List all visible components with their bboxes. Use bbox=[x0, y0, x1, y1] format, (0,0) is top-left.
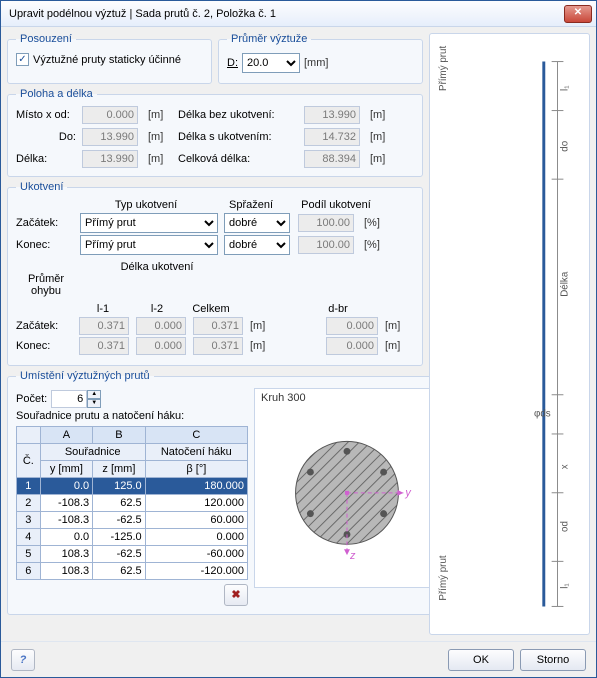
bar-diagram: Přímý prut Přímý prut l₁ do bbox=[429, 33, 590, 635]
diameter-legend: Průměr výztuže bbox=[227, 33, 311, 45]
anch-start-label: Začátek: bbox=[16, 217, 76, 229]
svg-text:y: y bbox=[404, 487, 411, 499]
table-row: 10.0125.0180.000 bbox=[17, 478, 248, 495]
anchorage-group: Ukotvení Typ ukotvení Spřažení Podíl uko… bbox=[7, 181, 423, 366]
anch-start-type[interactable]: Přímý prut bbox=[80, 213, 218, 233]
svg-text:z: z bbox=[349, 550, 356, 562]
static-effective-checkbox[interactable]: ✓ bbox=[16, 53, 29, 66]
count-spinner[interactable]: ▲▼ bbox=[87, 390, 101, 408]
position-group: Poloha a délka Místo x od: [m] Délka bez… bbox=[7, 88, 423, 177]
close-icon[interactable]: ✕ bbox=[564, 5, 592, 23]
count-input[interactable] bbox=[51, 390, 87, 408]
table-row: 5108.3-62.5-60.000 bbox=[17, 546, 248, 563]
suk-value bbox=[304, 128, 360, 146]
coord-table[interactable]: ABC Č.SouřadniceNatočení háku y [mm]z [m… bbox=[16, 426, 248, 580]
table-row: 40.0-125.00.000 bbox=[17, 529, 248, 546]
coord-label: Souřadnice prutu a natočení háku: bbox=[16, 410, 184, 422]
svg-text:Přímý prut: Přímý prut bbox=[438, 555, 449, 600]
svg-text:l₁: l₁ bbox=[559, 583, 570, 589]
diameter-group: Průměr výztuže D: 20.0 [mm] bbox=[218, 33, 423, 84]
anch-start-ratio bbox=[298, 214, 354, 232]
delka-label: Délka: bbox=[16, 153, 76, 165]
do-label: Do: bbox=[16, 131, 76, 143]
cs-title: Kruh 300 bbox=[261, 392, 306, 404]
placement-legend: Umístění výztužných prutů bbox=[16, 370, 154, 382]
count-label: Počet: bbox=[16, 393, 47, 405]
cancel-button[interactable]: Storno bbox=[520, 649, 586, 671]
svg-text:Délka: Délka bbox=[559, 271, 570, 297]
svg-text:Přímý prut: Přímý prut bbox=[438, 46, 449, 91]
assessment-legend: Posouzení bbox=[16, 33, 76, 45]
delka-value bbox=[82, 150, 138, 168]
anch-end-bond[interactable]: dobré bbox=[224, 235, 290, 255]
bez-value bbox=[304, 106, 360, 124]
help-icon[interactable]: ? bbox=[11, 649, 35, 671]
anch-end-label: Konec: bbox=[16, 239, 76, 251]
misto-value[interactable] bbox=[82, 106, 138, 124]
window-title: Upravit podélnou výztuž | Sada prutů č. … bbox=[9, 8, 564, 20]
static-effective-label: Výztužné pruty staticky účinné bbox=[33, 54, 181, 66]
anch-end-ratio bbox=[298, 236, 354, 254]
diameter-unit: [mm] bbox=[304, 57, 326, 69]
ok-button[interactable]: OK bbox=[448, 649, 514, 671]
placement-group: Umístění výztužných prutů Počet: ▲▼ Souř… bbox=[7, 370, 449, 615]
delete-icon[interactable]: ✖ bbox=[224, 584, 248, 606]
diameter-select[interactable]: 20.0 bbox=[242, 53, 300, 73]
titlebar: Upravit podélnou výztuž | Sada prutů č. … bbox=[1, 1, 596, 27]
cel-label: Celková délka: bbox=[178, 153, 298, 165]
anchorage-legend: Ukotvení bbox=[16, 181, 67, 193]
assessment-group: Posouzení ✓ Výztužné pruty staticky účin… bbox=[7, 33, 212, 84]
svg-text:l₁: l₁ bbox=[559, 85, 570, 91]
table-row: 6108.362.5-120.000 bbox=[17, 563, 248, 580]
suk-label: Délka s ukotvením: bbox=[178, 131, 298, 143]
dialog-window: Upravit podélnou výztuž | Sada prutů č. … bbox=[0, 0, 597, 678]
svg-text:od: od bbox=[559, 521, 570, 532]
diameter-label: D: bbox=[227, 57, 238, 69]
cross-section-preview: Kruh 300 y z bbox=[254, 388, 440, 588]
svg-text:φds: φds bbox=[534, 408, 551, 419]
anch-start-bond[interactable]: dobré bbox=[224, 213, 290, 233]
bez-label: Délka bez ukotvení: bbox=[178, 109, 298, 121]
anch-end-type[interactable]: Přímý prut bbox=[80, 235, 218, 255]
table-row: 3-108.3-62.560.000 bbox=[17, 512, 248, 529]
svg-text:x: x bbox=[559, 464, 570, 469]
table-row: 2-108.362.5120.000 bbox=[17, 495, 248, 512]
svg-text:do: do bbox=[559, 140, 570, 151]
misto-label: Místo x od: bbox=[16, 109, 76, 121]
cel-value bbox=[304, 150, 360, 168]
do-value[interactable] bbox=[82, 128, 138, 146]
position-legend: Poloha a délka bbox=[16, 88, 97, 100]
dialog-footer: ? OK Storno bbox=[1, 641, 596, 677]
